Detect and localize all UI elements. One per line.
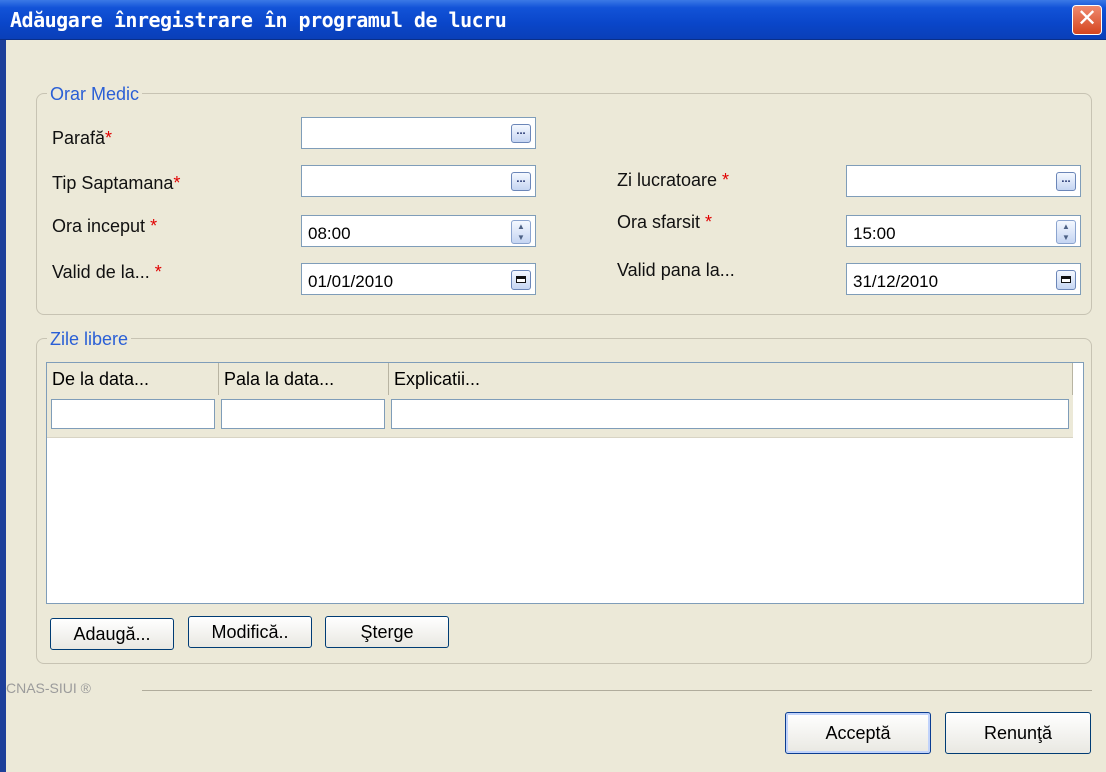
calendar-icon[interactable] [1056, 270, 1076, 290]
zile-libere-table[interactable]: De la data... Pala la data... Explicatii… [46, 362, 1084, 604]
zile-libere-legend: Zile libere [47, 329, 132, 350]
close-button[interactable]: ✕ [1072, 5, 1102, 35]
column-header-pana-la[interactable]: Pala la data... [219, 363, 389, 395]
ellipsis-icon: ... [1061, 173, 1071, 185]
edit-button[interactable]: Modifică.. [188, 616, 312, 648]
ellipsis-icon: ... [516, 125, 526, 137]
tip-saptamana-browse-button[interactable]: ... [511, 172, 531, 191]
copyright-label: CNAS-SIUI ® [6, 680, 91, 696]
required-marker: * [722, 170, 730, 190]
window-left-edge [0, 40, 6, 772]
parafa-browse-button[interactable]: ... [511, 124, 531, 143]
valid-pana-la-label: Valid pana la... [617, 260, 735, 280]
required-marker: * [705, 212, 713, 232]
add-button[interactable]: Adaugă... [50, 618, 174, 650]
zi-lucratoare-field[interactable]: ... [846, 165, 1081, 197]
ora-inceput-spinner[interactable]: ▲ ▼ [511, 220, 531, 244]
ora-sfarsit-spinner[interactable]: ▲ ▼ [1056, 220, 1076, 244]
ora-inceput-value: 08:00 [308, 224, 351, 243]
ellipsis-icon: ... [516, 173, 526, 185]
ora-sfarsit-label: Ora sfarsit * [617, 212, 713, 232]
spin-down-icon[interactable]: ▼ [512, 232, 530, 243]
ora-inceput-label: Ora inceput * [52, 216, 158, 236]
close-icon: ✕ [1076, 5, 1098, 32]
window-title: Adăugare înregistrare în programul de lu… [10, 8, 507, 32]
required-marker: * [105, 128, 113, 148]
required-marker: * [150, 216, 158, 236]
footer-separator [142, 690, 1092, 691]
tip-saptamana-field[interactable]: ... [301, 165, 536, 197]
ora-inceput-field[interactable]: 08:00 ▲ ▼ [301, 215, 536, 247]
zi-lucratoare-label: Zi lucratoare * [617, 170, 730, 190]
tip-saptamana-label: Tip Saptamana* [52, 173, 181, 193]
ora-sfarsit-value: 15:00 [853, 224, 896, 243]
title-bar: Adăugare înregistrare în programul de lu… [0, 0, 1106, 40]
column-header-explicatii[interactable]: Explicatii... [389, 363, 1073, 395]
accept-button[interactable]: Acceptă [785, 712, 931, 754]
valid-de-la-field[interactable]: 01/01/2010 [301, 263, 536, 295]
column-header-de-la[interactable]: De la data... [47, 363, 219, 395]
calendar-icon[interactable] [511, 270, 531, 290]
delete-button[interactable]: Şterge [325, 616, 449, 648]
orar-medic-legend: Orar Medic [47, 84, 143, 105]
valid-de-la-value: 01/01/2010 [308, 272, 394, 291]
ora-sfarsit-field[interactable]: 15:00 ▲ ▼ [846, 215, 1081, 247]
table-cell-explicatii[interactable] [391, 399, 1069, 429]
valid-de-la-label: Valid de la... * [52, 262, 162, 282]
zi-lucratoare-browse-button[interactable]: ... [1056, 172, 1076, 191]
table-cell-pana-la[interactable] [221, 399, 385, 429]
table-header: De la data... Pala la data... Explicatii… [47, 363, 1073, 438]
parafa-label: Parafă* [52, 128, 113, 148]
valid-pana-la-value: 31/12/2010 [853, 272, 939, 291]
spin-down-icon[interactable]: ▼ [1057, 232, 1075, 243]
required-marker: * [173, 173, 181, 193]
required-marker: * [154, 262, 162, 282]
spin-up-icon[interactable]: ▲ [1057, 221, 1075, 232]
valid-pana-la-field[interactable]: 31/12/2010 [846, 263, 1081, 295]
table-cell-de-la[interactable] [51, 399, 215, 429]
spin-up-icon[interactable]: ▲ [512, 221, 530, 232]
cancel-button[interactable]: Renunţă [945, 712, 1091, 754]
parafa-field[interactable]: ... [301, 117, 536, 149]
